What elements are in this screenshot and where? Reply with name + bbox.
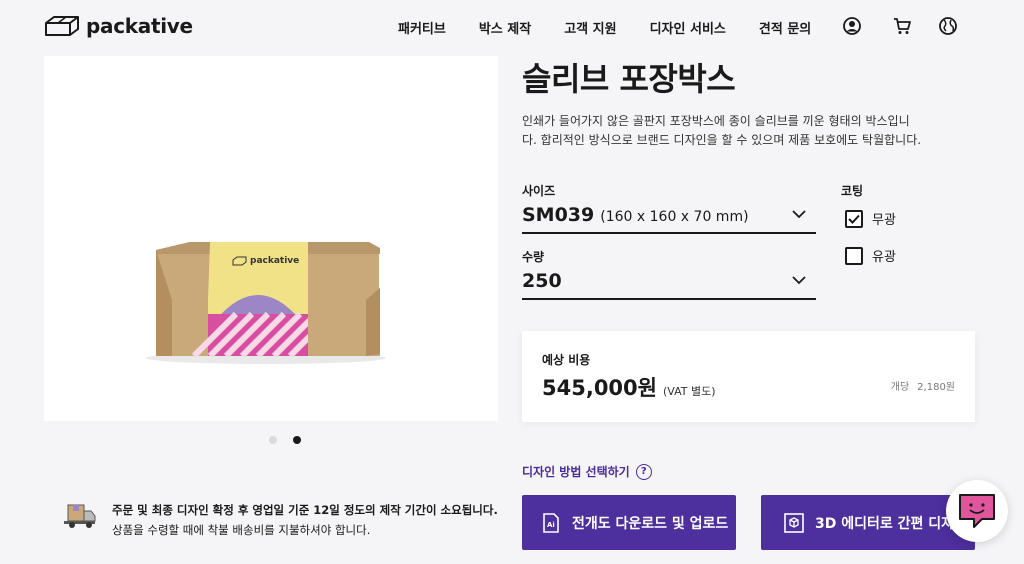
- price-value: 545,000원 (VAT 별도): [542, 372, 716, 402]
- shipping-line-2: 상품을 수령할 때에 착불 배송비를 지불하셔야 합니다.: [112, 523, 371, 537]
- size-select[interactable]: SM039 (160 x 160 x 70 mm): [522, 198, 816, 234]
- vat-note: (VAT 별도): [662, 385, 716, 398]
- qty-select[interactable]: 250: [522, 264, 816, 300]
- upload-dieline-label: 전개도 다운로드 및 업로드: [572, 515, 729, 532]
- logo-text: packative: [86, 14, 193, 38]
- globe-icon[interactable]: [938, 16, 958, 36]
- gloss-checkbox[interactable]: [845, 246, 863, 265]
- nav-item-box-making[interactable]: 박스 제작: [479, 18, 531, 37]
- shipping-note: 주문 및 최종 디자인 확정 후 영업일 기준 12일 정도의 제작 기간이 소…: [60, 500, 498, 540]
- help-icon[interactable]: ?: [635, 463, 652, 480]
- coating-label: 코팅: [841, 184, 864, 198]
- price-amount: 545,000원: [542, 376, 657, 400]
- nav-item-design-service[interactable]: 디자인 서비스: [650, 18, 726, 37]
- site-header: packative 패커티브 박스 제작 고객 지원 디자인 서비스 견적 문의: [0, 0, 1024, 56]
- coating-matte-option[interactable]: 무광: [845, 209, 896, 228]
- logo[interactable]: packative: [44, 14, 193, 38]
- size-code: SM039: [522, 204, 595, 226]
- chevron-down-icon: [792, 210, 806, 219]
- product-image[interactable]: packative: [44, 56, 498, 421]
- unit-price-label: 개당: [890, 382, 910, 393]
- gallery-dot-active[interactable]: [293, 436, 301, 444]
- delivery-truck-icon: [64, 504, 96, 528]
- qty-label: 수량: [522, 250, 545, 264]
- 3d-cube-icon: [784, 512, 804, 533]
- product-description: 인쇄가 들어가지 않은 골판지 포장박스에 종이 슬리브를 끼운 형태의 박스입…: [522, 114, 922, 147]
- matte-label: 무광: [872, 213, 896, 228]
- svg-text:Ai: Ai: [547, 521, 555, 529]
- size-label: 사이즈: [522, 184, 556, 198]
- gloss-label: 유광: [872, 250, 896, 265]
- size-dims: (160 x 160 x 70 mm): [600, 209, 749, 225]
- size-value: SM039 (160 x 160 x 70 mm): [522, 204, 749, 226]
- design-method-label: 디자인 방법 선택하기: [522, 465, 630, 479]
- price-label: 예상 비용: [542, 353, 591, 367]
- coating-gloss-option[interactable]: 유광: [845, 246, 896, 265]
- box-logo-text: packative: [250, 256, 300, 266]
- user-icon[interactable]: [842, 16, 862, 36]
- chat-bubble-icon: [959, 494, 995, 528]
- nav-item-quote[interactable]: 견적 문의: [759, 18, 811, 37]
- matte-checkbox[interactable]: [845, 209, 863, 228]
- nav-item-packative[interactable]: 패커티브: [398, 18, 446, 37]
- unit-price-value: 2,180원: [917, 382, 955, 393]
- chevron-down-icon: [792, 276, 806, 285]
- upload-dieline-button[interactable]: Ai 전개도 다운로드 및 업로드: [522, 495, 736, 550]
- logo-box-icon: [45, 16, 79, 36]
- chat-button[interactable]: [946, 480, 1008, 542]
- check-icon: [848, 214, 860, 224]
- shipping-line-1: 주문 및 최종 디자인 확정 후 영업일 기준 12일 정도의 제작 기간이 소…: [112, 503, 498, 517]
- design-method-link[interactable]: 디자인 방법 선택하기 ?: [522, 463, 652, 480]
- main-nav: 패커티브 박스 제작 고객 지원 디자인 서비스 견적 문의: [398, 18, 844, 37]
- cart-icon[interactable]: [892, 16, 912, 36]
- gallery-dots: [269, 436, 301, 444]
- sleeve-box-illustration: [146, 242, 386, 364]
- nav-item-support[interactable]: 고객 지원: [564, 18, 616, 37]
- shipping-text: 주문 및 최종 디자인 확정 후 영업일 기준 12일 정도의 제작 기간이 소…: [112, 500, 498, 540]
- 3d-editor-button[interactable]: 3D 에디터로 간편 디자인: [761, 495, 975, 550]
- page-title: 슬리브 포장박스: [522, 60, 736, 98]
- price-card: 예상 비용 545,000원 (VAT 별도) 개당 2,180원: [522, 331, 975, 422]
- qty-value: 250: [522, 270, 562, 292]
- unit-price: 개당 2,180원: [891, 378, 955, 393]
- 3d-editor-label: 3D 에디터로 간편 디자인: [815, 515, 967, 532]
- ai-file-icon: Ai: [543, 512, 559, 533]
- gallery-dot[interactable]: [269, 436, 277, 444]
